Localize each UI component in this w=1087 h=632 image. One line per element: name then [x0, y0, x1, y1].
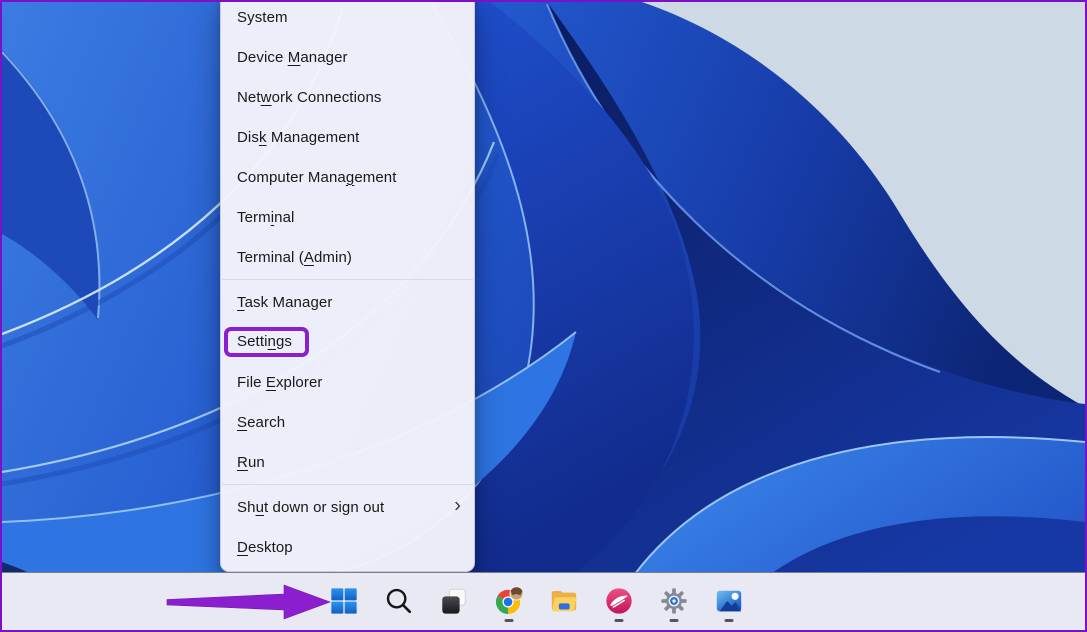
- screenshot-root: System Device Manager Network Connections D…: [0, 0, 1087, 632]
- menu-item-label: File Explorer: [237, 374, 323, 391]
- menu-item-label: Search: [237, 414, 285, 431]
- menu-item-label: Terminal (Admin): [237, 249, 352, 266]
- annotation-arrow: [164, 582, 336, 622]
- menu-item-label: Network Connections: [237, 89, 382, 106]
- menu-item-disk-management[interactable]: Disk Management: [221, 117, 474, 157]
- photos-icon: [714, 586, 744, 616]
- taskbar-buttons: [324, 578, 749, 624]
- settings-highlight-box: Settings: [224, 327, 309, 357]
- submenu-chevron-icon: ›: [454, 494, 461, 517]
- menu-item-label: Shut down or sign out: [237, 499, 384, 516]
- taskbar-task-view-button[interactable]: [434, 578, 474, 624]
- menu-item-label: Desktop: [237, 539, 293, 556]
- desktop-wallpaper[interactable]: [2, 2, 1085, 630]
- menu-item-device-manager[interactable]: Device Manager: [221, 37, 474, 77]
- menu-item-label: Computer Management: [237, 169, 397, 186]
- taskbar-pinned-app-button[interactable]: [599, 578, 639, 624]
- menu-item-label: Task Manager: [237, 294, 332, 311]
- chrome-icon: [494, 586, 524, 616]
- menu-item-label: System: [237, 9, 288, 26]
- menu-item-file-explorer[interactable]: File Explorer: [221, 362, 474, 402]
- menu-item-run[interactable]: Run: [221, 442, 474, 482]
- gear-icon: [659, 586, 689, 616]
- menu-item-desktop[interactable]: Desktop: [221, 527, 474, 567]
- menu-item-terminal[interactable]: Terminal: [221, 197, 474, 237]
- feather-app-icon: [604, 586, 634, 616]
- menu-item-terminal-admin[interactable]: Terminal (Admin): [221, 237, 474, 277]
- context-menu: System Device Manager Network Connections D…: [220, 0, 475, 572]
- taskbar-photos-button[interactable]: [709, 578, 749, 624]
- taskbar-chrome-button[interactable]: [489, 578, 529, 624]
- running-indicator: [615, 619, 624, 622]
- search-icon: [384, 586, 414, 616]
- menu-item-system[interactable]: System: [221, 0, 474, 37]
- running-indicator: [670, 619, 679, 622]
- menu-separator: [222, 484, 473, 485]
- taskbar-settings-button[interactable]: [654, 578, 694, 624]
- menu-separator: [222, 279, 473, 280]
- menu-item-computer-management[interactable]: Computer Management: [221, 157, 474, 197]
- menu-item-label: Device Manager: [237, 49, 348, 66]
- taskbar-search-button[interactable]: [379, 578, 419, 624]
- taskbar-file-explorer-button[interactable]: [544, 578, 584, 624]
- running-indicator: [505, 619, 514, 622]
- folder-icon: [549, 586, 579, 616]
- menu-item-settings[interactable]: Settings: [221, 322, 474, 362]
- menu-item-search[interactable]: Search: [221, 402, 474, 442]
- menu-item-label: Disk Management: [237, 129, 359, 146]
- menu-item-task-manager[interactable]: Task Manager: [221, 282, 474, 322]
- menu-item-label: Terminal: [237, 209, 295, 226]
- menu-item-label: Run: [237, 454, 265, 471]
- menu-item-network-connections[interactable]: Network Connections: [221, 77, 474, 117]
- task-view-icon: [439, 586, 469, 616]
- running-indicator: [725, 619, 734, 622]
- menu-item-shut-down-or-sign-out[interactable]: Shut down or sign out ›: [221, 487, 474, 527]
